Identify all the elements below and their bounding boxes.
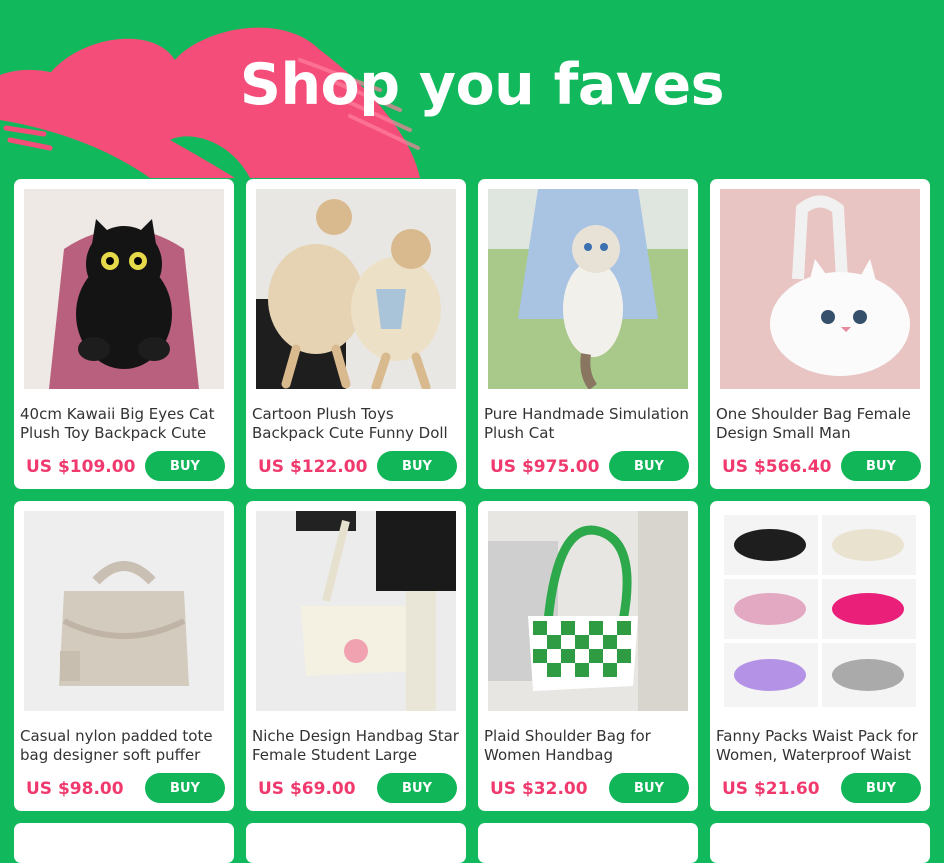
product-card[interactable]: Niche Design Handbag Star Female Student…: [246, 501, 466, 811]
product-price: US $69.00: [258, 779, 356, 799]
product-name[interactable]: Plaid Shoulder Bag for Women Handbag: [484, 727, 692, 765]
product-name[interactable]: 40cm Kawaii Big Eyes Cat Plush Toy Backp…: [20, 405, 228, 443]
product-card[interactable]: Casual nylon padded tote bag designer so…: [14, 501, 234, 811]
product-name[interactable]: Fanny Packs Waist Pack for Women, Waterp…: [716, 727, 924, 765]
buy-button[interactable]: BUY: [377, 451, 457, 481]
product-price: US $122.00: [258, 457, 368, 477]
buy-button[interactable]: BUY: [609, 451, 689, 481]
product-card[interactable]: Plaid Shoulder Bag for Women Handbag US …: [478, 501, 698, 811]
product-price: US $98.00: [26, 779, 124, 799]
product-image[interactable]: [720, 511, 920, 711]
product-image[interactable]: [488, 511, 688, 711]
buy-button[interactable]: BUY: [609, 773, 689, 803]
product-name[interactable]: One Shoulder Bag Female Design Small Man: [716, 405, 924, 443]
product-grid: 40cm Kawaii Big Eyes Cat Plush Toy Backp…: [14, 179, 930, 863]
product-card-partial[interactable]: [710, 823, 930, 863]
product-price: US $566.40: [722, 457, 832, 477]
product-card[interactable]: Cartoon Plush Toys Backpack Cute Funny D…: [246, 179, 466, 489]
product-name[interactable]: Pure Handmade Simulation Plush Cat: [484, 405, 692, 443]
product-name[interactable]: Niche Design Handbag Star Female Student…: [252, 727, 460, 765]
product-card[interactable]: Fanny Packs Waist Pack for Women, Waterp…: [710, 501, 930, 811]
buy-button[interactable]: BUY: [841, 451, 921, 481]
product-card-partial[interactable]: [246, 823, 466, 863]
product-card[interactable]: 40cm Kawaii Big Eyes Cat Plush Toy Backp…: [14, 179, 234, 489]
buy-button[interactable]: BUY: [377, 773, 457, 803]
product-name[interactable]: Casual nylon padded tote bag designer so…: [20, 727, 228, 765]
product-card[interactable]: One Shoulder Bag Female Design Small Man…: [710, 179, 930, 489]
page-title: Shop you faves: [239, 52, 725, 118]
product-image[interactable]: [488, 189, 688, 389]
product-image[interactable]: [24, 189, 224, 389]
product-price: US $21.60: [722, 779, 820, 799]
product-image[interactable]: [720, 189, 920, 389]
buy-button[interactable]: BUY: [145, 773, 225, 803]
product-price: US $975.00: [490, 457, 600, 477]
product-price: US $32.00: [490, 779, 588, 799]
product-image[interactable]: [256, 189, 456, 389]
buy-button[interactable]: BUY: [145, 451, 225, 481]
product-image[interactable]: [256, 511, 456, 711]
product-card[interactable]: Pure Handmade Simulation Plush Cat US $9…: [478, 179, 698, 489]
product-price: US $109.00: [26, 457, 136, 477]
product-card-partial[interactable]: [478, 823, 698, 863]
product-image[interactable]: [24, 511, 224, 711]
buy-button[interactable]: BUY: [841, 773, 921, 803]
product-card-partial[interactable]: [14, 823, 234, 863]
product-name[interactable]: Cartoon Plush Toys Backpack Cute Funny D…: [252, 405, 460, 443]
